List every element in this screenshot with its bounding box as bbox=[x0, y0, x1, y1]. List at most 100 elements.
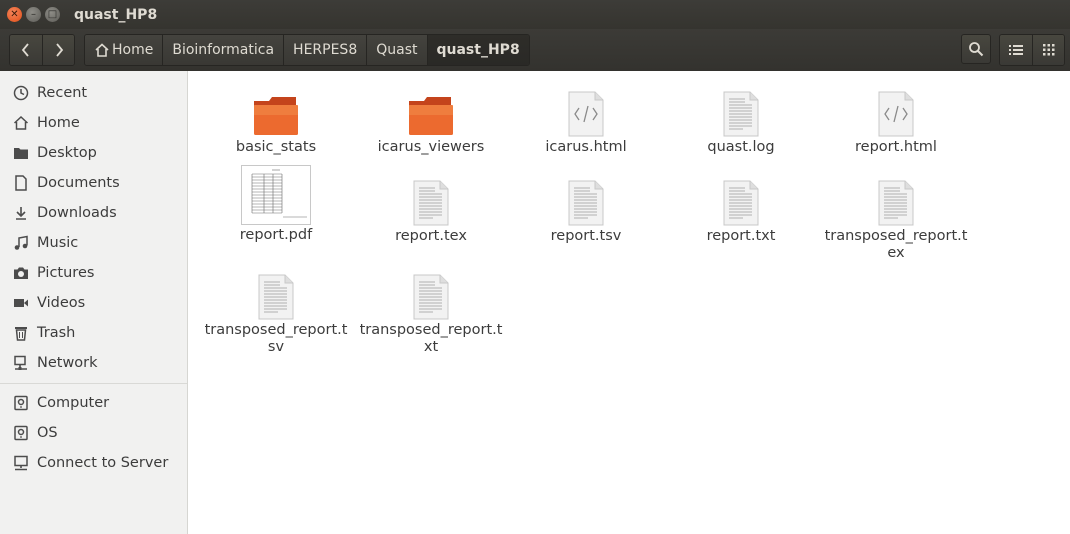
file-name: report.txt bbox=[706, 228, 776, 244]
sidebar-item-network[interactable]: Network bbox=[0, 348, 187, 378]
sidebar-item-os[interactable]: OS bbox=[0, 418, 187, 448]
sidebar-item-recent[interactable]: Recent bbox=[0, 78, 187, 108]
home-icon bbox=[95, 43, 109, 57]
text-file-icon bbox=[413, 274, 449, 320]
grid-view-button[interactable] bbox=[1032, 35, 1064, 65]
file-item-transposed-report-tsv[interactable]: transposed_report.tsv bbox=[201, 258, 351, 356]
breadcrumb-home[interactable]: Home bbox=[85, 35, 163, 65]
file-item-report-tsv[interactable]: report.tsv bbox=[511, 164, 661, 245]
file-item-report-pdf[interactable]: report.pdf bbox=[201, 155, 351, 244]
breadcrumb-bioinformatica[interactable]: Bioinformatica bbox=[162, 35, 284, 65]
camera-icon bbox=[12, 265, 29, 282]
music-icon bbox=[12, 235, 29, 252]
document-icon bbox=[12, 175, 29, 192]
html-file-icon bbox=[878, 91, 914, 137]
text-file-icon bbox=[413, 180, 449, 226]
folder-icon bbox=[12, 145, 29, 162]
title-bar: ✕ – □ quast_HP8 bbox=[0, 0, 1070, 29]
chevron-left-icon bbox=[21, 43, 29, 57]
home-icon bbox=[12, 115, 29, 132]
text-file-icon bbox=[723, 91, 759, 137]
html-file-icon bbox=[568, 91, 604, 137]
back-button[interactable] bbox=[10, 35, 42, 65]
file-name: transposed_report.txt bbox=[359, 322, 503, 355]
sidebar-item-videos[interactable]: Videos bbox=[0, 288, 187, 318]
sidebar-item-label: Documents bbox=[37, 175, 120, 191]
pdf-thumbnail-icon bbox=[241, 165, 311, 225]
text-file-icon bbox=[258, 274, 294, 320]
sidebar: Recent Home Desktop Documents Downloads … bbox=[0, 71, 188, 534]
maximize-window-button[interactable]: □ bbox=[45, 7, 60, 22]
sidebar-item-label: Videos bbox=[37, 295, 86, 311]
file-name: report.html bbox=[855, 139, 937, 155]
file-name: report.tsv bbox=[550, 228, 622, 244]
sidebar-item-connect-to-server[interactable]: Connect to Server bbox=[0, 448, 187, 478]
clock-icon bbox=[12, 85, 29, 102]
list-view-button[interactable] bbox=[1000, 35, 1032, 65]
file-item-transposed-report-txt[interactable]: transposed_report.txt bbox=[356, 258, 506, 356]
sidebar-separator bbox=[0, 383, 187, 384]
drive-icon bbox=[12, 395, 29, 412]
file-item-report-tex[interactable]: report.tex bbox=[356, 164, 506, 245]
file-name: report.tex bbox=[395, 228, 467, 244]
sidebar-item-label: Desktop bbox=[37, 145, 97, 161]
file-item-icarus-html[interactable]: icarus.html bbox=[511, 75, 661, 156]
sidebar-item-downloads[interactable]: Downloads bbox=[0, 198, 187, 228]
file-view: basic_stats icarus_viewers icarus.html q… bbox=[189, 71, 1070, 534]
text-file-icon bbox=[568, 180, 604, 226]
network-icon bbox=[12, 355, 29, 372]
folder-icon bbox=[409, 97, 453, 135]
sidebar-item-computer[interactable]: Computer bbox=[0, 388, 187, 418]
sidebar-item-label: Trash bbox=[37, 325, 76, 341]
text-file-icon bbox=[723, 180, 759, 226]
file-name: quast.log bbox=[707, 139, 775, 155]
file-name: report.pdf bbox=[239, 227, 313, 243]
sidebar-item-label: Home bbox=[37, 115, 80, 131]
sidebar-item-label: Network bbox=[37, 355, 98, 371]
sidebar-item-pictures[interactable]: Pictures bbox=[0, 258, 187, 288]
file-name: icarus.html bbox=[545, 139, 627, 155]
breadcrumb-quast[interactable]: Quast bbox=[366, 35, 427, 65]
sidebar-item-label: OS bbox=[37, 425, 58, 441]
server-icon bbox=[12, 455, 29, 472]
download-icon bbox=[12, 205, 29, 222]
video-icon bbox=[12, 295, 29, 312]
forward-button[interactable] bbox=[42, 35, 74, 65]
file-item-report-txt[interactable]: report.txt bbox=[666, 164, 816, 245]
search-button[interactable] bbox=[961, 34, 991, 64]
sidebar-item-music[interactable]: Music bbox=[0, 228, 187, 258]
breadcrumb-quast-hp8[interactable]: quast_HP8 bbox=[426, 35, 529, 65]
sidebar-item-documents[interactable]: Documents bbox=[0, 168, 187, 198]
list-view-icon bbox=[1009, 45, 1023, 55]
sidebar-item-trash[interactable]: Trash bbox=[0, 318, 187, 348]
sidebar-item-desktop[interactable]: Desktop bbox=[0, 138, 187, 168]
trash-icon bbox=[12, 325, 29, 342]
minimize-window-button[interactable]: – bbox=[26, 7, 41, 22]
sidebar-item-label: Pictures bbox=[37, 265, 95, 281]
file-item-report-html[interactable]: report.html bbox=[821, 75, 971, 156]
file-name: transposed_report.tex bbox=[824, 228, 968, 261]
sidebar-item-label: Downloads bbox=[37, 205, 117, 221]
file-name: transposed_report.tsv bbox=[204, 322, 348, 355]
breadcrumb: Home Bioinformatica HERPES8 Quast quast_… bbox=[84, 34, 530, 66]
file-item-icarus-viewers[interactable]: icarus_viewers bbox=[356, 75, 506, 156]
file-item-basic-stats[interactable]: basic_stats bbox=[201, 75, 351, 156]
file-item-transposed-report-tex[interactable]: transposed_report.tex bbox=[821, 164, 971, 262]
text-file-icon bbox=[878, 180, 914, 226]
close-window-button[interactable]: ✕ bbox=[7, 7, 22, 22]
file-item-quast-log[interactable]: quast.log bbox=[666, 75, 816, 156]
sidebar-item-home[interactable]: Home bbox=[0, 108, 187, 138]
chevron-right-icon bbox=[55, 43, 63, 57]
grid-view-icon bbox=[1042, 44, 1054, 56]
file-name: icarus_viewers bbox=[377, 139, 485, 155]
sidebar-item-label: Music bbox=[37, 235, 79, 251]
sidebar-item-label: Connect to Server bbox=[37, 455, 169, 471]
search-icon bbox=[969, 42, 984, 57]
drive-icon bbox=[12, 425, 29, 442]
breadcrumb-herpes8[interactable]: HERPES8 bbox=[283, 35, 367, 65]
toolbar: Home Bioinformatica HERPES8 Quast quast_… bbox=[0, 29, 1070, 71]
breadcrumb-label: Home bbox=[112, 42, 154, 58]
sidebar-item-label: Computer bbox=[37, 395, 110, 411]
folder-icon bbox=[254, 97, 298, 135]
sidebar-item-label: Recent bbox=[37, 85, 88, 101]
